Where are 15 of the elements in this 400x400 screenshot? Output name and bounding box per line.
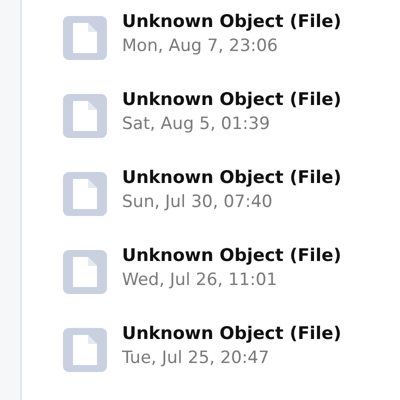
file-icon [63, 94, 107, 138]
file-icon [63, 328, 107, 372]
item-date: Mon, Aug 7, 23:06 [122, 36, 279, 56]
item-date: Sun, Jul 30, 07:40 [122, 192, 274, 212]
file-icon [63, 16, 107, 60]
item-date: Tue, Jul 25, 20:47 [122, 348, 270, 368]
item-date: Wed, Jul 26, 11:01 [122, 270, 278, 290]
item-title: Unknown Object (File) [122, 12, 342, 32]
file-icon [63, 250, 107, 294]
item-date: Sat, Aug 5, 01:39 [122, 114, 271, 134]
item-title: Unknown Object (File) [122, 168, 342, 188]
item-title: Unknown Object (File) [122, 90, 342, 110]
file-icon [63, 172, 107, 216]
item-title: Unknown Object (File) [122, 324, 342, 344]
item-title: Unknown Object (File) [122, 246, 342, 266]
